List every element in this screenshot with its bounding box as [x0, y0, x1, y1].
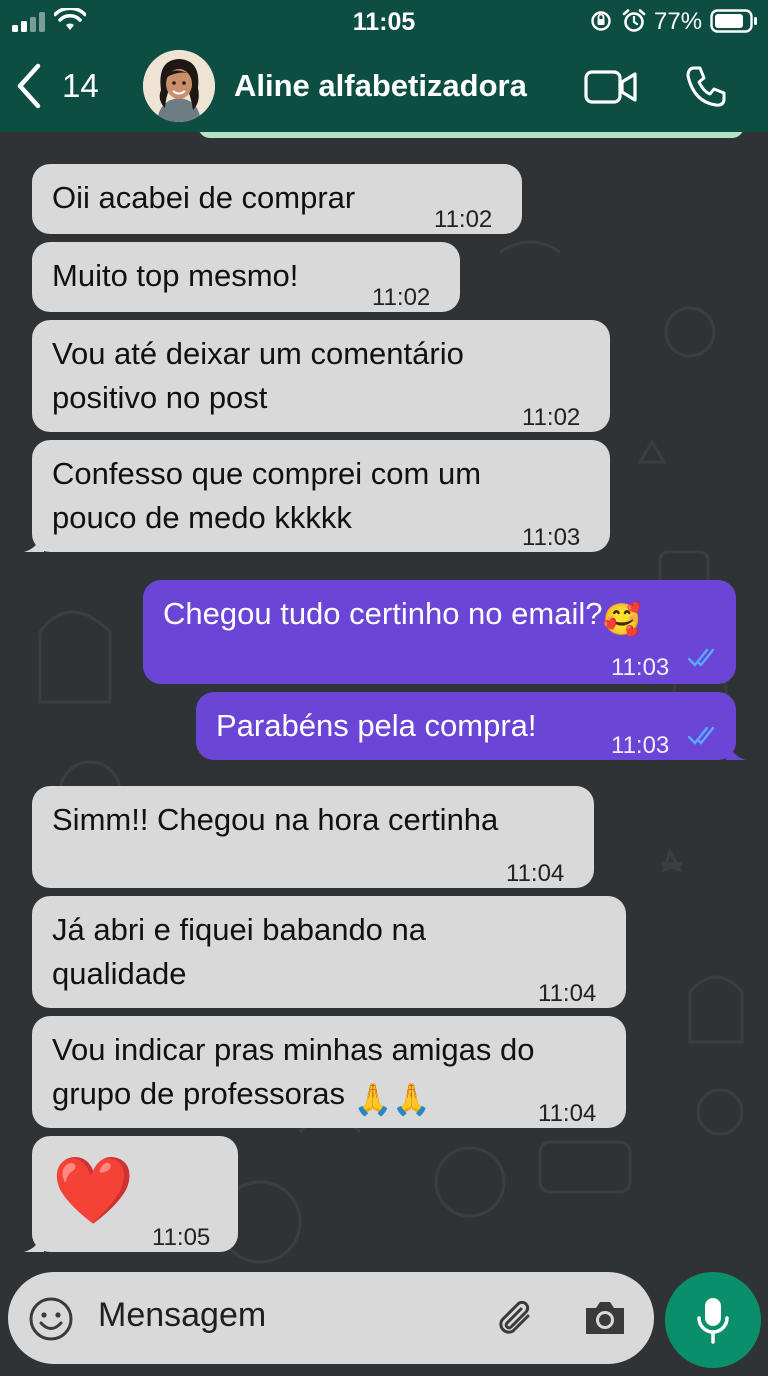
- message-text: Simm!! Chegou na hora certinha: [52, 802, 499, 837]
- heart-emoji: ❤️: [52, 1153, 135, 1227]
- read-receipt-icon: [687, 648, 715, 667]
- message-time: 11:03: [611, 654, 670, 681]
- message-line: Já abri e fiquei babando na: [52, 912, 427, 947]
- message-time: 11:04: [538, 1100, 597, 1127]
- message-line: positivo no post: [52, 380, 268, 415]
- video-call-icon[interactable]: [584, 68, 638, 106]
- voice-message-button[interactable]: [665, 1272, 761, 1368]
- message-incoming[interactable]: ❤️ 11:05: [24, 1136, 238, 1252]
- smiling-face-with-hearts-emoji: 🥰: [602, 602, 642, 637]
- phone-call-icon[interactable]: [684, 64, 728, 108]
- message-time: 11:04: [506, 860, 565, 887]
- message-text: Já abri e fiquei babando na qualidade: [52, 908, 426, 996]
- rotation-lock-icon: [591, 11, 611, 31]
- message-time: 11:02: [372, 284, 431, 311]
- microphone-icon: [697, 1298, 729, 1344]
- bubble-tail: [24, 532, 44, 552]
- unread-count[interactable]: 14: [62, 67, 99, 105]
- contact-avatar[interactable]: [143, 50, 215, 122]
- message-incoming[interactable]: Vou até deixar um comentário positivo no…: [32, 320, 610, 432]
- message-outgoing[interactable]: Parabéns pela compra! 11:03: [196, 692, 746, 760]
- bubble-tail: [726, 740, 746, 760]
- message-incoming[interactable]: Oii acabei de comprar 11:02: [32, 164, 522, 234]
- message-line: pouco de medo kkkkk: [52, 500, 352, 535]
- message-time: 11:03: [522, 524, 581, 551]
- alarm-icon: [622, 9, 646, 32]
- message-time: 11:05: [152, 1224, 211, 1251]
- message-input-bar[interactable]: Mensagem: [8, 1272, 654, 1364]
- folded-hands-emoji: 🙏🙏: [353, 1082, 431, 1117]
- attachment-icon[interactable]: [494, 1296, 538, 1340]
- message-time: 11:02: [434, 206, 493, 233]
- message-outgoing[interactable]: Chegou tudo certinho no email?🥰 11:03: [143, 580, 736, 684]
- message-incoming[interactable]: Confesso que comprei com um pouco de med…: [24, 440, 610, 552]
- message-line: Vou até deixar um comentário: [52, 336, 464, 371]
- message-incoming[interactable]: Simm!! Chegou na hora certinha 11:04: [32, 786, 594, 888]
- message-time: 11:04: [538, 980, 597, 1007]
- message-text: Parabéns pela compra!: [216, 708, 537, 743]
- message-time: 11:03: [611, 732, 670, 759]
- battery-icon: [710, 9, 757, 33]
- message-text: Chegou tudo certinho no email?🥰: [163, 592, 641, 642]
- message-text: Vou até deixar um comentário positivo no…: [52, 332, 464, 420]
- read-receipt-icon: [687, 726, 715, 745]
- message-incoming[interactable]: Já abri e fiquei babando na qualidade 11…: [32, 896, 626, 1008]
- contact-name[interactable]: Aline alfabetizadora: [234, 68, 527, 104]
- bubble-tail: [24, 1232, 44, 1252]
- back-chevron-icon[interactable]: [14, 62, 44, 110]
- camera-icon[interactable]: [582, 1298, 628, 1338]
- message-time: 11:02: [522, 404, 581, 431]
- message-incoming[interactable]: Muito top mesmo! 11:02: [32, 242, 460, 312]
- status-time: 11:05: [352, 8, 416, 36]
- battery-percentage: 77%: [654, 8, 703, 35]
- message-text: Muito top mesmo!: [52, 258, 299, 293]
- emoji-picker-icon[interactable]: [28, 1296, 74, 1342]
- message-text: Confesso que comprei com um pouco de med…: [52, 452, 481, 540]
- message-text: Oii acabei de comprar: [52, 180, 356, 215]
- message-text: Vou indicar pras minhas amigas do grupo …: [52, 1028, 534, 1122]
- message-line: Vou indicar pras minhas amigas do: [52, 1032, 535, 1067]
- message-input[interactable]: Mensagem: [98, 1296, 266, 1335]
- message-incoming[interactable]: Vou indicar pras minhas amigas do grupo …: [32, 1016, 626, 1128]
- message-line: qualidade: [52, 956, 187, 991]
- message-line: Confesso que comprei com um: [52, 456, 482, 491]
- chat-header: 11:05 77% 14 Aline alfabetizadora: [0, 0, 768, 132]
- message-line: grupo de professoras: [52, 1076, 345, 1111]
